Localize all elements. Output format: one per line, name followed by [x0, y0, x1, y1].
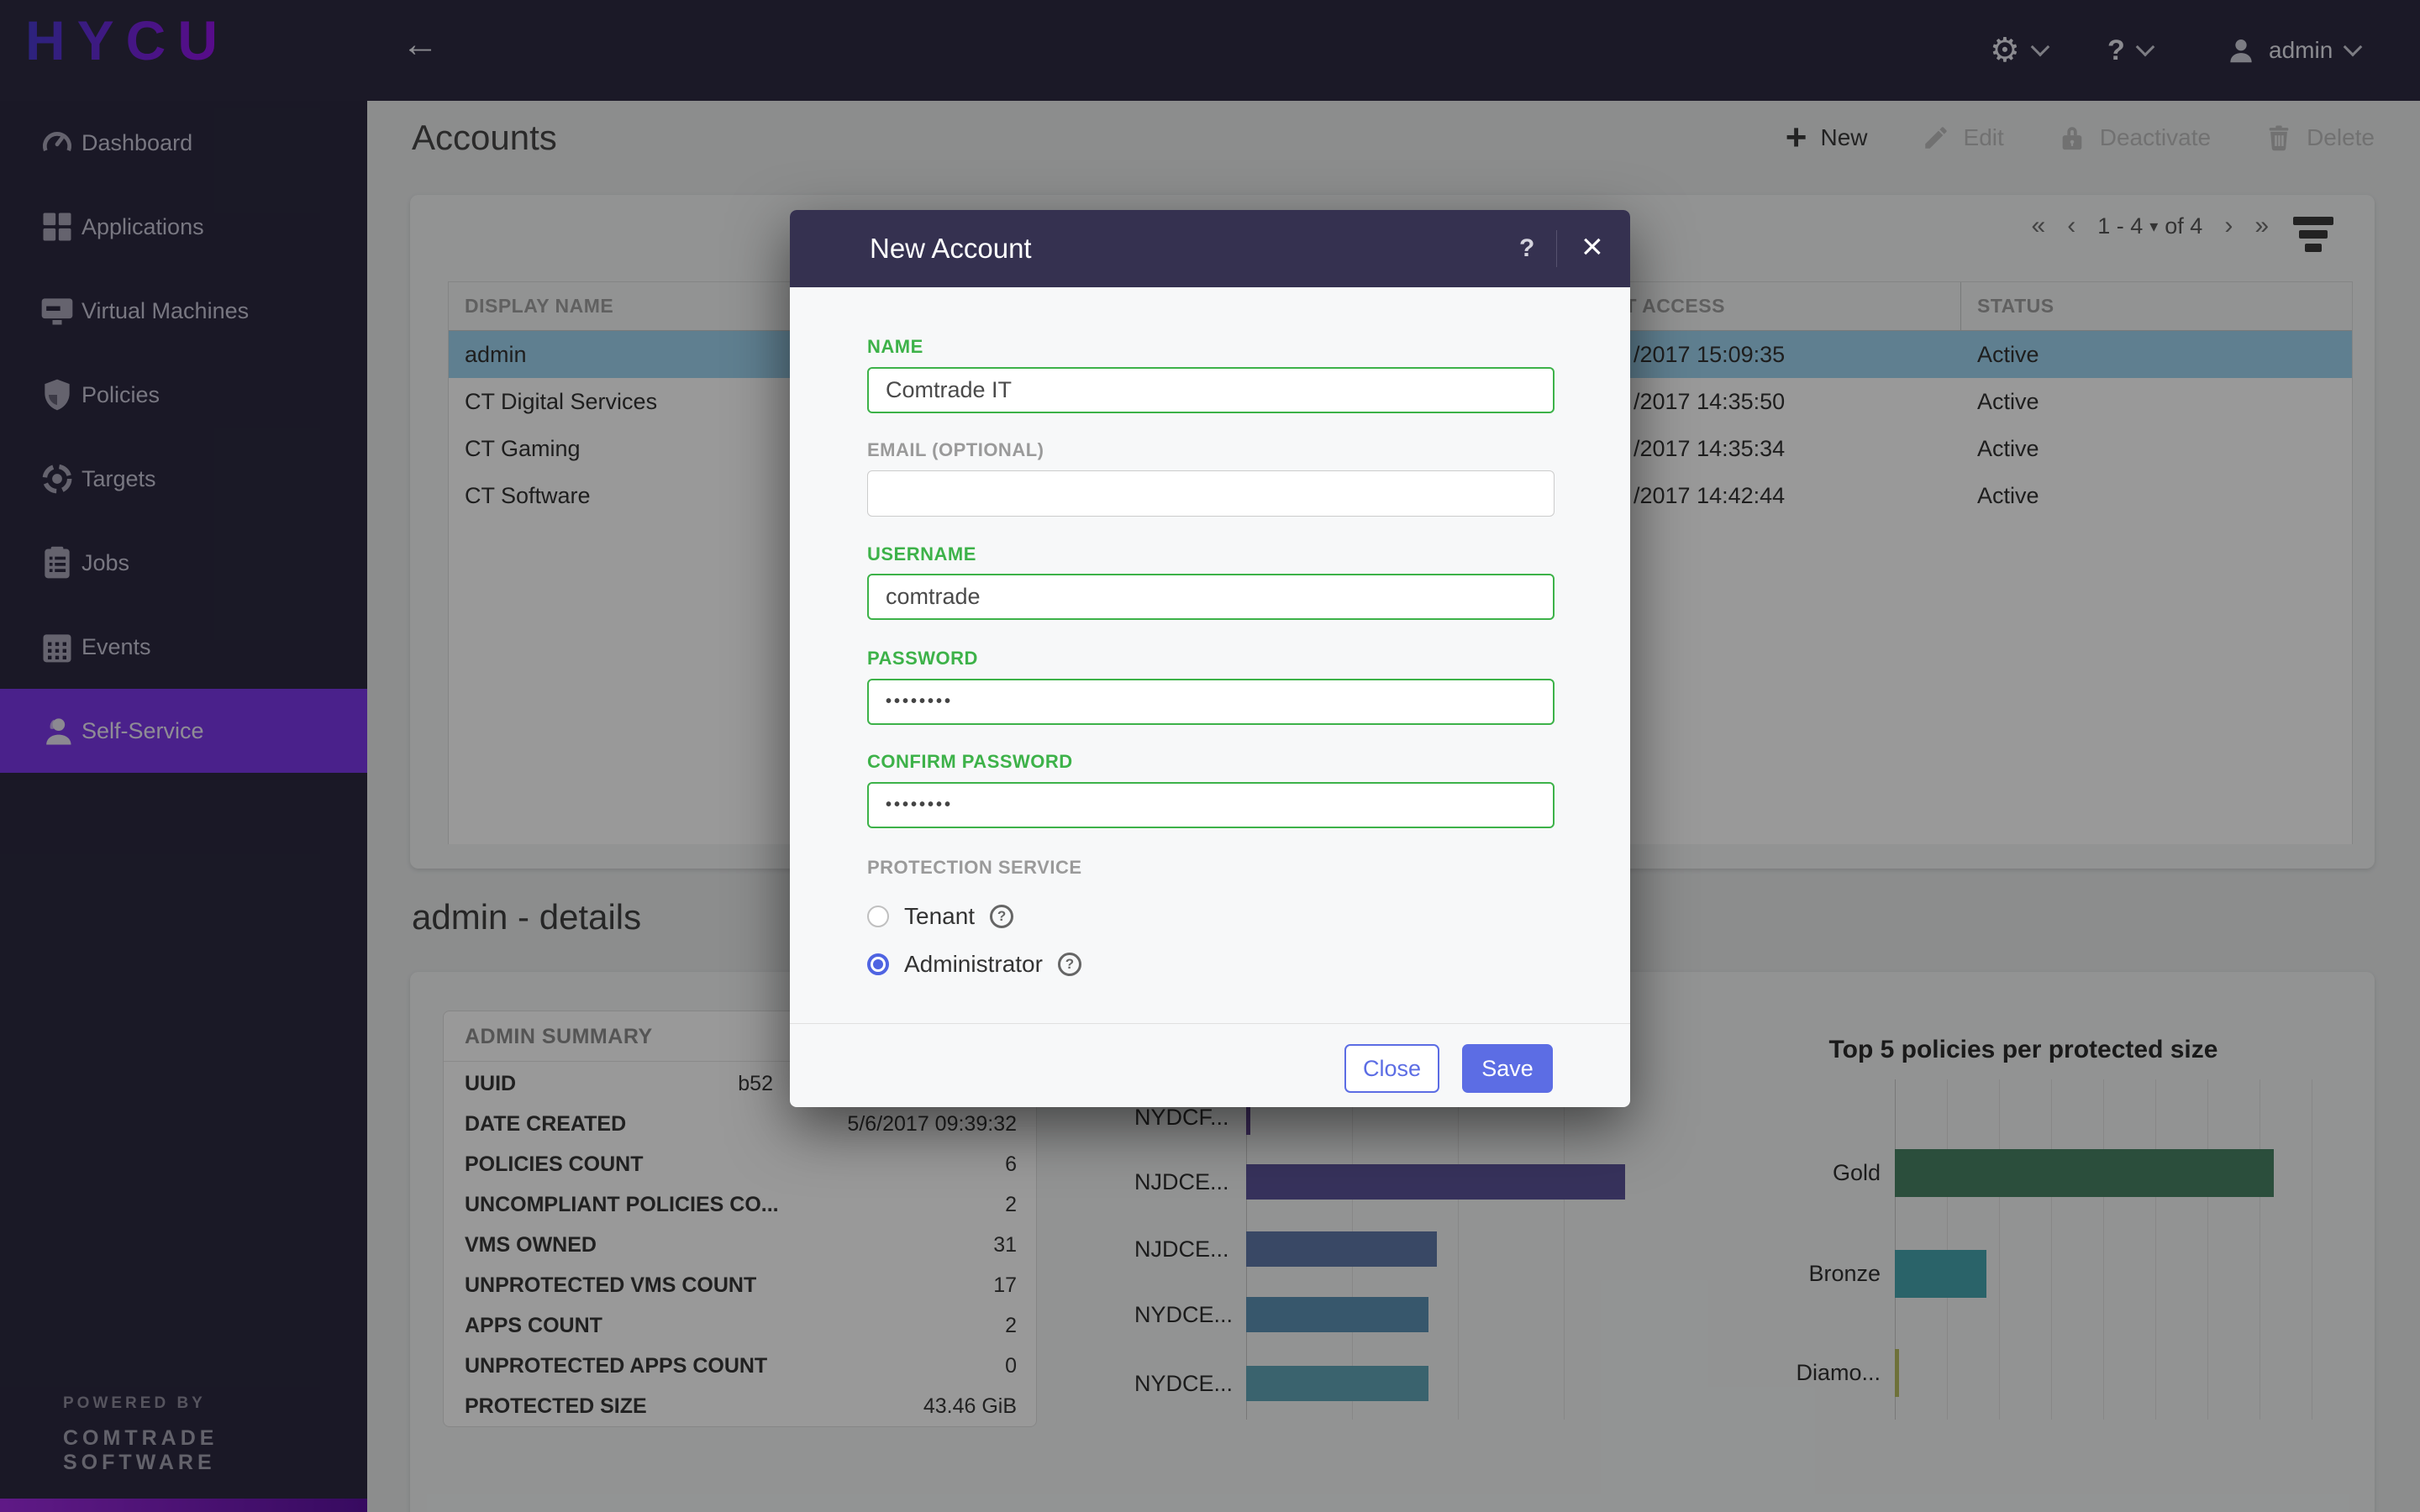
confirm-password-field[interactable] [867, 782, 1555, 828]
password-field[interactable] [867, 679, 1555, 725]
radio-selected-icon[interactable] [867, 953, 889, 975]
radio-tenant[interactable]: Tenant ? [867, 900, 1013, 933]
protection-service-label: PROTECTION SERVICE [867, 857, 1082, 879]
email-label: EMAIL (OPTIONAL) [867, 439, 1044, 461]
radio-label: Tenant [904, 903, 975, 930]
modal-help-icon[interactable]: ? [1519, 210, 1534, 287]
close-button[interactable]: Close [1344, 1044, 1439, 1093]
username-field[interactable] [867, 574, 1555, 620]
radio-label: Administrator [904, 951, 1043, 978]
divider [1556, 230, 1557, 267]
save-button[interactable]: Save [1462, 1044, 1553, 1093]
radio-administrator[interactable]: Administrator ? [867, 948, 1081, 981]
radio-unselected-icon[interactable] [867, 906, 889, 927]
new-account-modal: New Account ? × NAME EMAIL (OPTIONAL) US… [790, 210, 1630, 1107]
hycu-app: HYCU ← ⚙ ? admin Dashboard [0, 0, 2420, 1512]
name-field[interactable] [867, 367, 1555, 413]
username-label: USERNAME [867, 543, 976, 565]
modal-header: New Account ? × [790, 210, 1630, 287]
divider [790, 1023, 1630, 1024]
close-icon[interactable]: × [1581, 210, 1603, 284]
email-field[interactable] [867, 470, 1555, 517]
confirm-password-label: CONFIRM PASSWORD [867, 751, 1073, 773]
modal-title: New Account [870, 210, 1032, 287]
password-label: PASSWORD [867, 648, 978, 669]
tenant-help-icon[interactable]: ? [990, 905, 1013, 928]
name-label: NAME [867, 336, 923, 358]
administrator-help-icon[interactable]: ? [1058, 953, 1081, 976]
